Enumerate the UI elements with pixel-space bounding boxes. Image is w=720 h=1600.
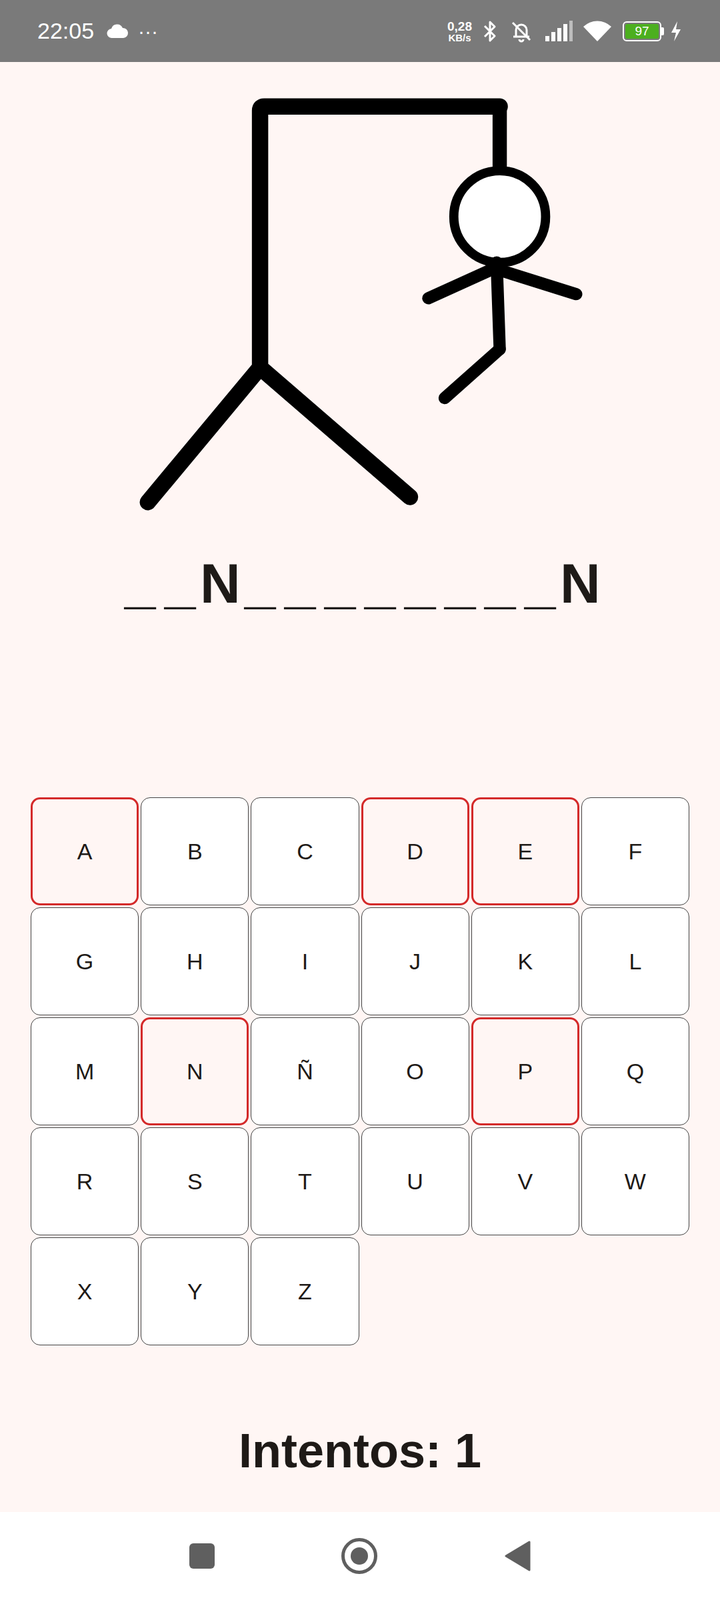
revealed-letter: N [560,555,600,612]
key-label: C [296,834,314,869]
letter-key[interactable]: G [30,907,139,1016]
net-speed: 0,28 [447,20,472,33]
key-label: O [406,1054,424,1089]
letter-key[interactable]: Y [140,1237,249,1346]
mute-bell-icon [509,19,534,44]
letter-key[interactable]: H [140,907,249,1016]
letter-key[interactable]: U [361,1127,470,1236]
key-label: K [517,944,533,979]
hidden-letter: _ [120,555,160,612]
key-label: G [76,944,94,979]
letter-key[interactable]: V [471,1127,580,1236]
hidden-letter: _ [400,555,440,612]
more-notifications: ··· [138,21,158,42]
letter-key[interactable]: R [30,1127,139,1236]
key-label: Ñ [296,1054,314,1089]
key-label: I [302,944,308,979]
signal-icon [544,20,574,43]
key-label: R [76,1164,94,1199]
key-label: E [517,834,533,869]
letter-key[interactable]: P [471,1017,580,1126]
key-label: B [187,834,203,869]
key-label: P [517,1054,533,1089]
key-label: F [628,834,643,869]
word-display: __N________N [120,550,600,617]
hangman-leftleg [444,349,500,398]
wifi-icon [582,20,612,43]
letter-key[interactable]: B [140,797,249,906]
hangman-gallows [148,106,500,503]
key-label: A [77,834,93,869]
key-label: N [186,1054,204,1089]
hidden-letter: _ [240,555,280,612]
key-label: X [77,1274,93,1309]
hangman-rightarm [491,267,576,294]
navigation-bar [0,1512,720,1600]
letter-key[interactable]: J [361,907,470,1016]
hidden-letter: _ [440,555,480,612]
letter-key[interactable]: C [250,797,359,906]
back-icon[interactable] [504,1540,531,1572]
hidden-letter: _ [480,555,520,612]
letter-key[interactable]: I [250,907,359,1016]
key-label: M [75,1054,94,1089]
hidden-letter: _ [360,555,400,612]
letter-key[interactable]: M [30,1017,139,1126]
letter-key[interactable]: Z [250,1237,359,1346]
key-label: U [406,1164,424,1199]
hangman-drawing [0,92,720,521]
letter-key[interactable]: L [581,907,690,1016]
keyboard: A B C D E F G H I J K L M N Ñ O P Q R S T U V W X Y Z [30,797,690,1346]
key-label: H [186,944,204,979]
key-label: L [628,944,642,979]
status-bar: 22:05 ··· 0,28 KB/s 97 [0,0,720,62]
hidden-letter: _ [520,555,560,612]
home-icon[interactable] [341,1538,378,1574]
hangman-rope [492,106,507,171]
battery-level: 97 [634,24,649,38]
key-label: S [187,1164,203,1199]
key-label: T [298,1164,312,1199]
letter-key[interactable]: A [30,797,139,906]
battery-icon: 97 [622,21,664,42]
letter-key[interactable]: E [471,797,580,906]
key-label: D [406,834,424,869]
letter-key[interactable]: D [361,797,470,906]
letter-key[interactable]: Ñ [250,1017,359,1126]
key-label: Y [187,1274,203,1309]
revealed-letter: N [200,555,240,612]
key-label: Q [626,1054,644,1089]
cloud-icon [106,23,129,40]
letter-key[interactable]: X [30,1237,139,1346]
recents-icon[interactable] [189,1543,215,1569]
hidden-letter: _ [320,555,360,612]
letter-key[interactable]: F [581,797,690,906]
hangman-head [454,170,546,263]
letter-key[interactable]: S [140,1127,249,1236]
bluetooth-icon [480,19,500,44]
letter-key[interactable]: N [140,1017,249,1126]
hangman-leftarm [428,269,492,298]
hidden-letter: _ [160,555,200,612]
clock: 22:05 [37,14,94,48]
key-label: W [624,1164,646,1199]
key-label: J [409,944,421,979]
key-label: V [517,1164,533,1199]
net-speed-unit: KB/s [448,32,471,43]
charging-icon [669,20,683,42]
letter-key[interactable]: K [471,907,580,1016]
letter-key[interactable]: T [250,1127,359,1236]
attempts-counter: Intentos: 1 [238,1417,482,1484]
letter-key[interactable]: Q [581,1017,690,1126]
letter-key[interactable]: O [361,1017,470,1126]
letter-key[interactable]: W [581,1127,690,1236]
hidden-letter: _ [280,555,320,612]
key-label: Z [298,1274,312,1309]
